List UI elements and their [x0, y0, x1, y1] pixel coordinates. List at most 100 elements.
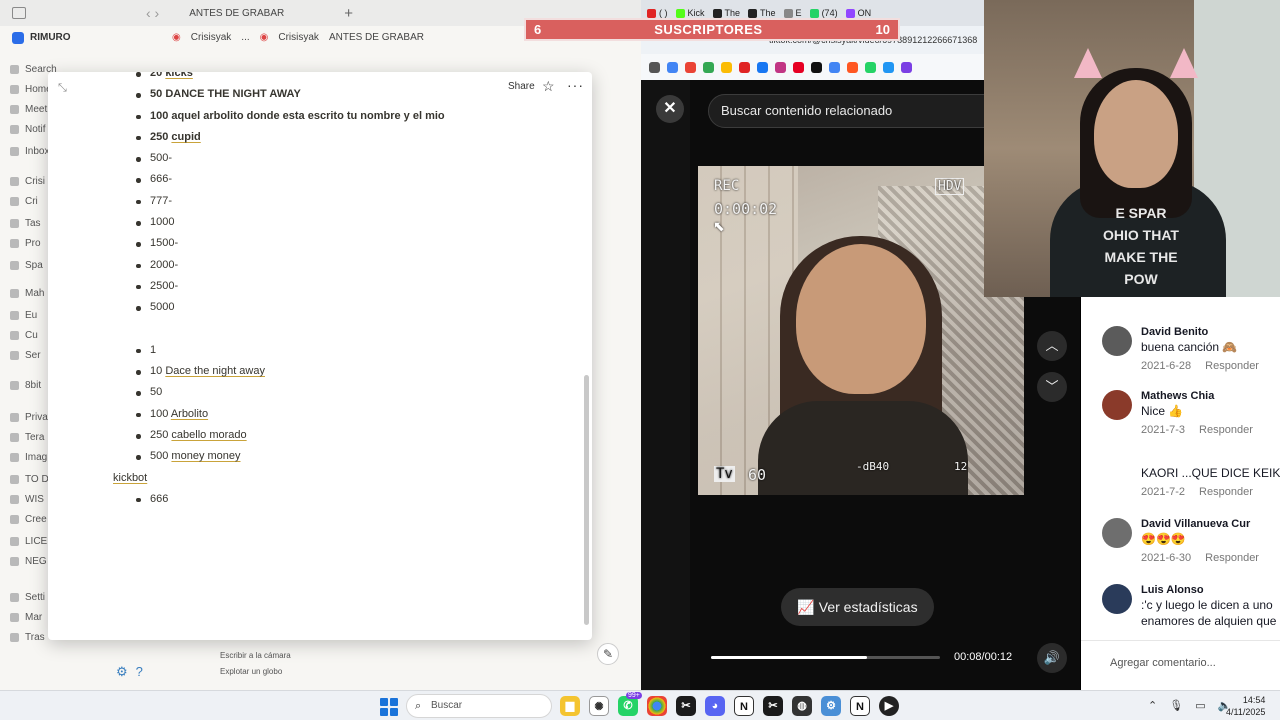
comment-author[interactable]: Mathews Chia	[1141, 390, 1214, 402]
sidebar-item[interactable]: Notif	[10, 124, 46, 135]
bookmark-icon[interactable]	[739, 61, 750, 73]
sidebar-item[interactable]: Cu	[10, 330, 38, 341]
bookmark-icon[interactable]	[901, 61, 912, 73]
browser-tab[interactable]: ON	[845, 8, 871, 18]
volume-button[interactable]: 🔊	[1037, 643, 1067, 673]
search-related-input[interactable]: Buscar contenido relacionado	[708, 94, 1008, 128]
bullet-item[interactable]: 20 kicks	[132, 72, 572, 84]
scrollbar[interactable]	[584, 375, 589, 625]
bullet-item[interactable]: 250 cupid	[132, 127, 572, 148]
pen-icon[interactable]: ✎	[597, 643, 619, 665]
comment-author[interactable]: David Benito	[1141, 326, 1208, 338]
bullet-item[interactable]: 1000	[132, 212, 572, 233]
bullet-item[interactable]: 1500-	[132, 233, 572, 254]
sidebar-item[interactable]: Home	[10, 84, 52, 95]
browser-tab[interactable]: Kick	[675, 8, 705, 18]
bullet-item[interactable]: 2500-	[132, 276, 572, 297]
bookmark-icon[interactable]	[685, 61, 696, 73]
breadcrumb-item[interactable]: Crisisyak	[278, 32, 319, 43]
bullet-item[interactable]: 2000-	[132, 255, 572, 276]
media-player-icon[interactable]: ▶	[879, 696, 899, 716]
bookmark-icon[interactable]	[847, 61, 858, 73]
bookmark-icon[interactable]	[793, 61, 804, 73]
reply-button[interactable]: Responder	[1199, 486, 1253, 498]
help-icon[interactable]: ?	[136, 664, 143, 680]
breadcrumb-item[interactable]: ...	[241, 32, 249, 43]
next-video-button[interactable]: ﹀	[1037, 372, 1067, 402]
expand-icon[interactable]: ⤡	[58, 82, 67, 95]
windows-start-icon[interactable]	[380, 698, 398, 716]
reply-button[interactable]: Responder	[1199, 424, 1253, 436]
bookmark-icon[interactable]	[829, 61, 840, 73]
view-stats-button[interactable]: 📈 Ver estadísticas	[781, 588, 934, 626]
bullet-item[interactable]: 666	[132, 489, 572, 510]
browser-tab[interactable]: ( )	[647, 8, 668, 18]
sidebar-item[interactable]: Tera	[10, 432, 44, 443]
bullet-item[interactable]: 100 aquel arbolito donde esta escrito tu…	[132, 106, 572, 127]
bullet-item[interactable]: 500-	[132, 148, 572, 169]
sidebar-item[interactable]: Mar	[10, 612, 42, 623]
sidebar-toggle-icon[interactable]	[12, 7, 26, 19]
capcut-icon[interactable]: ✂	[676, 696, 696, 716]
notion-tab-title[interactable]: ANTES DE GRABAR	[189, 8, 284, 19]
bullet-item[interactable]: 250 cabello morado	[132, 425, 572, 446]
chevron-up-icon[interactable]: ⌃	[1148, 699, 1157, 712]
comment-author[interactable]: David Villanueva Cur	[1141, 518, 1250, 530]
notion-icon[interactable]: N	[734, 696, 754, 716]
new-tab-icon[interactable]: +	[344, 5, 353, 22]
sidebar-item[interactable]: Crisi	[10, 176, 45, 187]
sidebar-item[interactable]: Setti	[10, 592, 45, 603]
breadcrumb-item[interactable]: ANTES DE GRABAR	[329, 32, 424, 43]
avatar[interactable]	[1102, 584, 1132, 614]
chrome-icon[interactable]	[647, 696, 667, 716]
bookmark-icon[interactable]	[775, 61, 786, 73]
settings-icon[interactable]: ⚙	[821, 696, 841, 716]
bookmark-icon[interactable]	[811, 61, 822, 73]
sidebar-item[interactable]: Inbox	[10, 146, 49, 157]
breadcrumb-item[interactable]: Crisisyak	[191, 32, 232, 43]
bookmark-icon[interactable]	[757, 61, 768, 73]
avatar[interactable]	[1102, 518, 1132, 548]
capcut-icon-2[interactable]: ✂	[763, 696, 783, 716]
back-forward-icon[interactable]: ‹ ›	[146, 5, 159, 21]
sidebar-item[interactable]: Ser	[10, 350, 41, 361]
browser-tab[interactable]: E	[783, 8, 802, 18]
previous-video-button[interactable]: ︿	[1037, 331, 1067, 361]
bullet-item[interactable]: 50	[132, 382, 572, 403]
sidebar-item[interactable]: Tas	[10, 218, 41, 229]
obs-icon[interactable]: ◍	[792, 696, 812, 716]
bullet-item[interactable]: 1	[132, 340, 572, 361]
bookmark-icon[interactable]	[865, 61, 876, 73]
sidebar-item[interactable]: TO D	[10, 474, 49, 485]
taskbar-search[interactable]: ⌕ Buscar	[406, 694, 552, 718]
video-player[interactable]: REC 0:00:02 HDV Tv 60 -dB40 12	[698, 166, 1024, 495]
bullet-item[interactable]: 50 DANCE THE NIGHT AWAY	[132, 84, 572, 105]
gear-icon[interactable]: ⚙	[116, 664, 128, 680]
reply-button[interactable]: Responder	[1205, 360, 1259, 372]
notion-icon-2[interactable]: N	[850, 696, 870, 716]
avatar[interactable]	[1102, 326, 1132, 356]
bullet-item[interactable]: 5000	[132, 297, 572, 318]
video-progress-bar[interactable]	[711, 656, 940, 659]
sidebar-item[interactable]: WIS	[10, 494, 44, 505]
sidebar-item[interactable]: LICE	[10, 536, 47, 547]
sidebar-item[interactable]: NEG	[10, 556, 47, 567]
discord-icon[interactable]: ◕	[705, 696, 725, 716]
sidebar-item[interactable]: Imag	[10, 452, 47, 463]
sidebar-item[interactable]: 8bit	[10, 380, 41, 391]
chatgpt-icon[interactable]: ✺	[589, 696, 609, 716]
file-explorer-icon[interactable]: ▆	[560, 696, 580, 716]
sidebar-item[interactable]: Cree	[10, 514, 47, 525]
sidebar-item[interactable]: Mah	[10, 288, 44, 299]
bookmark-icon[interactable]	[667, 61, 678, 73]
whatsapp-icon[interactable]: ✆	[618, 696, 638, 716]
browser-tab[interactable]: (74)	[809, 8, 838, 18]
sidebar-item[interactable]: Eu	[10, 310, 37, 321]
add-comment-input[interactable]: Agregar comentario...	[1110, 657, 1216, 669]
bullet-item[interactable]: 777-	[132, 191, 572, 212]
sidebar-item[interactable]: Spa	[10, 260, 43, 271]
sidebar-item[interactable]: Cri	[10, 196, 38, 207]
bookmark-icon[interactable]	[883, 61, 894, 73]
system-clock[interactable]: 14:54 4/11/2025	[1226, 694, 1265, 718]
bullet-item[interactable]: 666-	[132, 169, 572, 190]
